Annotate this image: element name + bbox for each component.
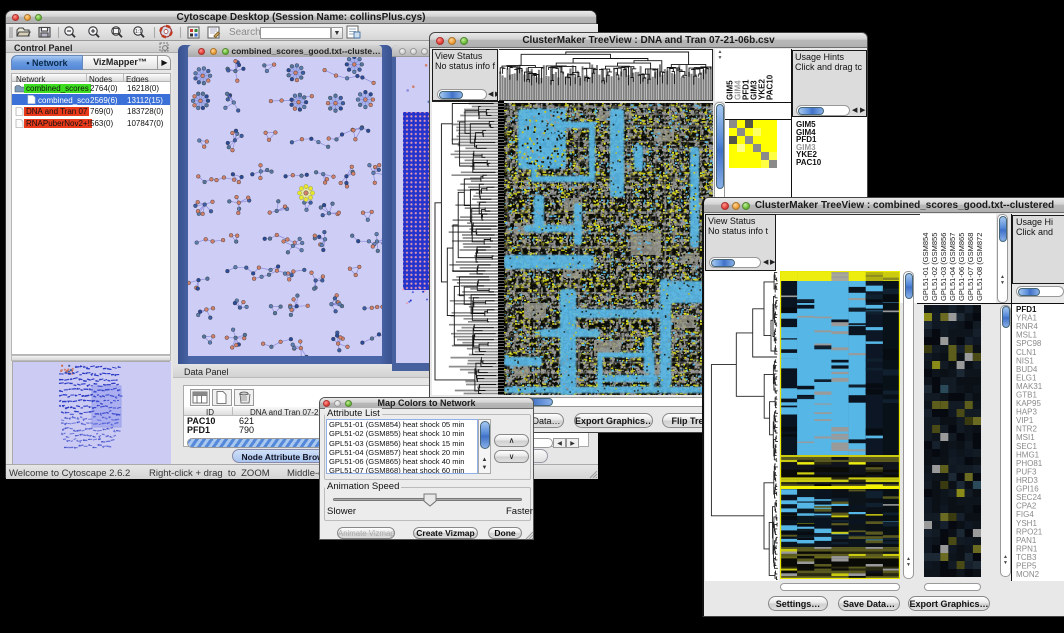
svg-text:1:1: 1:1: [135, 29, 142, 35]
svg-text:GPL51-03 (GSM856: GPL51-03 (GSM856: [939, 233, 948, 301]
svg-text:GPL51-02 (GSM855: GPL51-02 (GSM855: [930, 233, 939, 301]
svg-text:GPL51-04 (GSM857: GPL51-04 (GSM857: [948, 233, 957, 301]
svg-text:GPL51-01 (GSM854: GPL51-01 (GSM854: [921, 233, 930, 301]
svg-text:GPL51-07 (GSM868: GPL51-07 (GSM868: [966, 233, 975, 301]
svg-text:PAC10: PAC10: [766, 74, 775, 100]
svg-text:MON2: MON2: [1016, 570, 1040, 579]
svg-text:Search:: Search:: [229, 27, 263, 38]
svg-text:GPL51-08 (GSM872: GPL51-08 (GSM872: [975, 233, 984, 301]
svg-text:GPL51-06 (GSM865: GPL51-06 (GSM865: [957, 233, 966, 301]
